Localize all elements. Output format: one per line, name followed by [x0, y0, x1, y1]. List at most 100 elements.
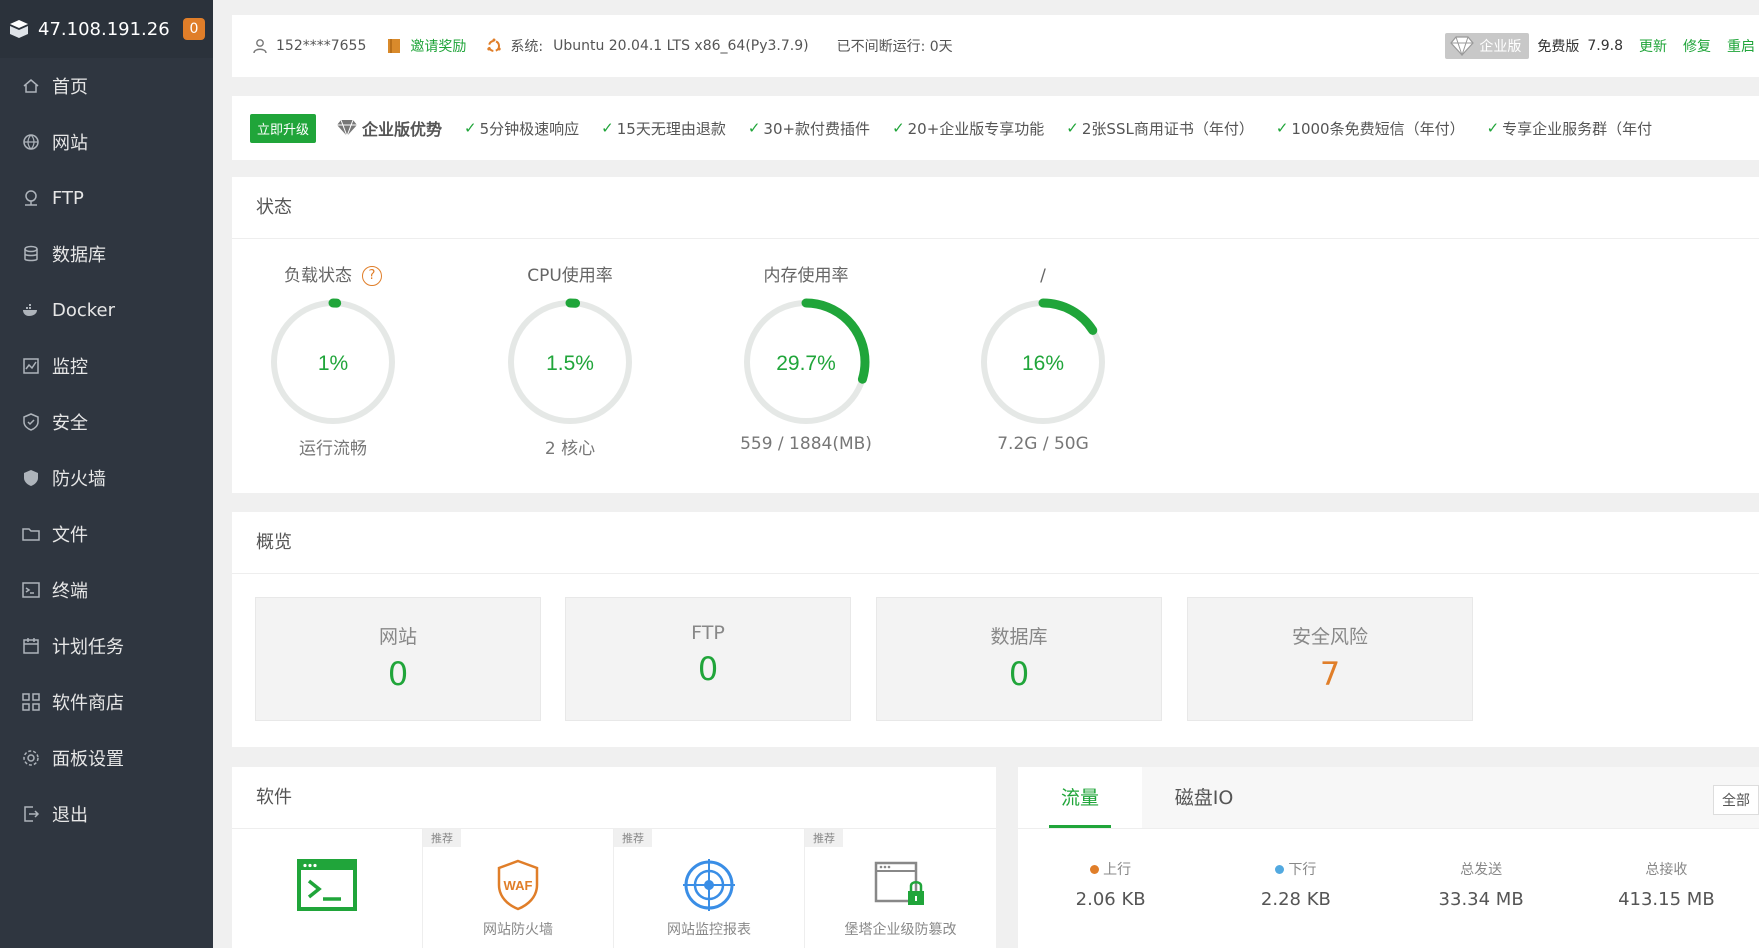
- server-ip[interactable]: 47.108.191.26: [38, 19, 183, 40]
- restart-link[interactable]: 重启: [1727, 36, 1755, 56]
- sidebar-item-home[interactable]: 首页: [0, 58, 213, 114]
- check-icon: ✓: [892, 119, 905, 137]
- software-title: 软件: [232, 767, 996, 829]
- overview-ftp[interactable]: FTP 0: [565, 597, 851, 721]
- check-icon: ✓: [1275, 119, 1289, 137]
- sidebar-item-docker[interactable]: Docker: [0, 282, 213, 338]
- repair-link[interactable]: 修复: [1683, 36, 1711, 56]
- overview-security-risk[interactable]: 安全风险 7: [1187, 597, 1473, 721]
- stat-label: 上行: [1018, 859, 1203, 879]
- sidebar-item-files[interactable]: 文件: [0, 506, 213, 562]
- enterprise-advantage-title: 企业版优势: [336, 116, 442, 140]
- feature-label: 1000条免费短信（年付）: [1291, 119, 1465, 138]
- invite-reward-label: 邀请奖励: [410, 39, 467, 55]
- software-item-waf[interactable]: 推荐 WAF 网站防火墙: [423, 829, 614, 948]
- sidebar-item-label: FTP: [52, 187, 84, 209]
- logout-icon: [22, 805, 40, 823]
- folder-icon: [22, 525, 40, 543]
- tab-disk-io[interactable]: 磁盘IO: [1142, 767, 1266, 828]
- network-interface-select[interactable]: 全部: [1713, 785, 1759, 815]
- sidebar-item-firewall[interactable]: 防火墙: [0, 450, 213, 506]
- help-icon[interactable]: ?: [362, 266, 382, 286]
- sidebar-item-label: 数据库: [52, 245, 106, 266]
- feature-item: ✓ 30+款付费插件: [748, 118, 870, 139]
- upload-dot-icon: [1090, 864, 1100, 874]
- traffic-tabs: 流量 磁盘IO: [1018, 767, 1759, 829]
- download-label: 下行: [1288, 862, 1317, 878]
- sidebar-item-database[interactable]: 数据库: [0, 226, 213, 282]
- gauge-subtitle: 7.2G / 50G: [997, 434, 1089, 454]
- feature-label: 15天无理由退款: [616, 119, 726, 138]
- tab-traffic[interactable]: 流量: [1018, 767, 1142, 828]
- gauge-cpu[interactable]: CPU使用率 1.5% 2 核心: [490, 264, 650, 459]
- overview-databases[interactable]: 数据库 0: [876, 597, 1162, 721]
- gauge-title: /: [1040, 266, 1046, 286]
- gauge-ring: 16%: [979, 298, 1107, 426]
- invite-reward-link[interactable]: 邀请奖励: [386, 36, 466, 56]
- upgrade-now-button[interactable]: 立即升级: [250, 113, 317, 143]
- enterprise-badge[interactable]: 企业版: [1445, 33, 1530, 59]
- software-item-tamper-proof[interactable]: 推荐 堡塔企业级防篡改: [805, 829, 996, 948]
- shield-check-icon: [22, 413, 40, 431]
- waf-shield-icon: WAF: [486, 855, 550, 915]
- software-name: 网站防火墙: [483, 922, 553, 938]
- sidebar-item-settings[interactable]: 面板设置: [0, 730, 213, 786]
- sidebar-item-logout[interactable]: 退出: [0, 786, 213, 842]
- overview-value: 0: [1008, 655, 1030, 693]
- check-icon: ✓: [601, 119, 614, 137]
- software-item-site-monitor[interactable]: 推荐 网站监控报表: [614, 829, 805, 948]
- system-value: Ubuntu 20.04.1 LTS x86_64(Py3.7.9): [553, 38, 809, 54]
- feature-item: ✓ 1000条免费短信（年付）: [1276, 118, 1465, 139]
- overview-value: 7: [1319, 655, 1341, 693]
- overview-label: 安全风险: [1291, 626, 1368, 648]
- sidebar-item-website[interactable]: 网站: [0, 114, 213, 170]
- overview-label: FTP: [691, 622, 725, 644]
- feature-item: ✓ 5分钟极速响应: [464, 118, 579, 139]
- user-account[interactable]: 152****7655: [252, 38, 366, 54]
- software-grid: 推荐 WAF 网站防火墙 推荐 网站监控报表 推荐 堡塔企业级防篡改: [232, 829, 996, 948]
- sidebar-item-label: 计划任务: [52, 637, 124, 658]
- sidebar-item-label: 软件商店: [52, 693, 124, 714]
- update-link[interactable]: 更新: [1639, 36, 1667, 56]
- sidebar-item-label: 防火墙: [52, 469, 106, 490]
- ubuntu-icon: [486, 38, 502, 54]
- sidebar-item-security[interactable]: 安全: [0, 394, 213, 450]
- sidebar-item-ftp[interactable]: FTP: [0, 170, 213, 226]
- traffic-download: 下行 2.28 KB: [1203, 859, 1388, 910]
- feature-label: 5分钟极速响应: [479, 119, 580, 138]
- sidebar-item-cron[interactable]: 计划任务: [0, 618, 213, 674]
- gauge-value: 1%: [318, 352, 348, 375]
- gauge-value: 1.5%: [546, 352, 594, 375]
- gauge-title: 负载状态 ?: [253, 264, 413, 288]
- overview-label: 数据库: [990, 626, 1048, 648]
- check-icon: ✓: [464, 119, 477, 137]
- sidebar-item-app-store[interactable]: 软件商店: [0, 674, 213, 730]
- gauge-subtitle: 559 / 1884(MB): [740, 434, 872, 454]
- svg-text:WAF: WAF: [504, 878, 533, 893]
- gauge-memory[interactable]: 内存使用率 29.7% 559 / 1884(MB): [726, 264, 886, 454]
- feature-label: 专享企业服务群（年付: [1502, 119, 1653, 138]
- sidebar-item-monitor[interactable]: 监控: [0, 338, 213, 394]
- software-item-terminal[interactable]: [232, 829, 423, 948]
- overview-websites[interactable]: 网站 0: [255, 597, 541, 721]
- overview-value: 0: [697, 650, 719, 688]
- message-count-badge[interactable]: 0: [183, 18, 205, 40]
- recommend-badge: 推荐: [614, 829, 652, 847]
- ftp-icon: [22, 189, 40, 207]
- enterprise-label: 企业版: [1479, 39, 1522, 55]
- gauge-value: 16%: [1022, 352, 1064, 375]
- enterprise-advantage-label: 企业版优势: [362, 120, 443, 139]
- globe-icon: [22, 133, 40, 151]
- software-name: 网站监控报表: [667, 922, 751, 938]
- gauge-title-label: 负载状态: [284, 266, 352, 286]
- gauge-disk[interactable]: / 16% 7.2G / 50G: [963, 264, 1123, 454]
- traffic-total-sent: 总发送 33.34 MB: [1389, 859, 1574, 910]
- gauge-load[interactable]: 负载状态 ? 1% 运行流畅: [253, 264, 413, 459]
- sidebar-item-terminal[interactable]: 终端: [0, 562, 213, 618]
- check-icon: ✓: [1066, 119, 1079, 137]
- database-icon: [22, 245, 40, 263]
- status-title: 状态: [232, 177, 1759, 239]
- traffic-total-received: 总接收 413.15 MB: [1574, 859, 1759, 910]
- gift-icon: [386, 38, 402, 54]
- terminal-icon: [295, 855, 359, 915]
